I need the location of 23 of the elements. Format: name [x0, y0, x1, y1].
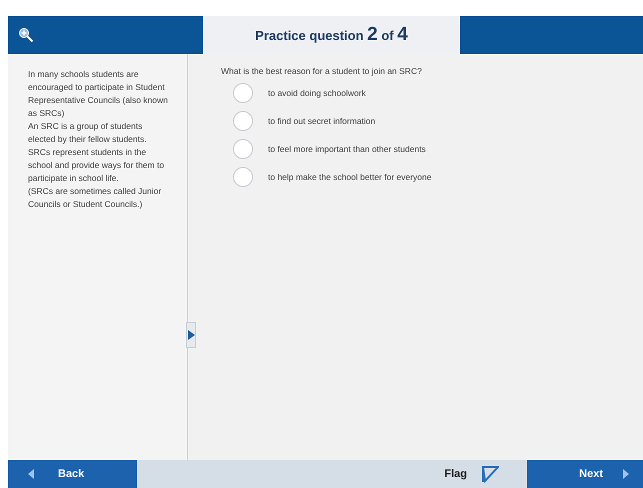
passage-text: In many schools students are encouraged to participate in Student Representative Councils (also known as SRCs)	[28, 68, 169, 120]
triangle-right-icon	[188, 330, 194, 340]
passage-text: (SRCs are sometimes called Junior Councils or Student Councils.)	[28, 185, 162, 211]
next-button[interactable]: Next	[527, 460, 643, 488]
option-label[interactable]: to help make the school better for everyone	[268, 172, 432, 182]
radio-button[interactable]	[233, 111, 253, 131]
radio-button[interactable]	[233, 139, 253, 159]
radio-button[interactable]	[233, 167, 253, 187]
passage-text: SRCs represent students in the school and provide ways for them to participate in school life.	[28, 146, 166, 185]
flag-button[interactable]: Flag	[444, 460, 499, 488]
option-label[interactable]: to find out secret information	[268, 116, 376, 126]
back-button[interactable]: Back	[8, 460, 137, 488]
triangle-right-icon	[623, 469, 629, 479]
question-text: What is the best reason for a student to join an SRC?	[221, 66, 423, 76]
passage-text: An SRC is a group of students elected by their fellow students.	[28, 120, 148, 146]
radio-button[interactable]	[233, 83, 253, 103]
option-label[interactable]: to avoid doing schoolwork	[268, 88, 366, 98]
question-title: Practice question 2 of 4	[255, 24, 408, 46]
triangle-left-icon	[28, 469, 34, 479]
option-label[interactable]: to feel more important than other students	[268, 144, 426, 154]
zoom-in-icon[interactable]	[18, 27, 34, 43]
flag-icon	[481, 465, 499, 483]
expand-button[interactable]	[186, 322, 196, 348]
